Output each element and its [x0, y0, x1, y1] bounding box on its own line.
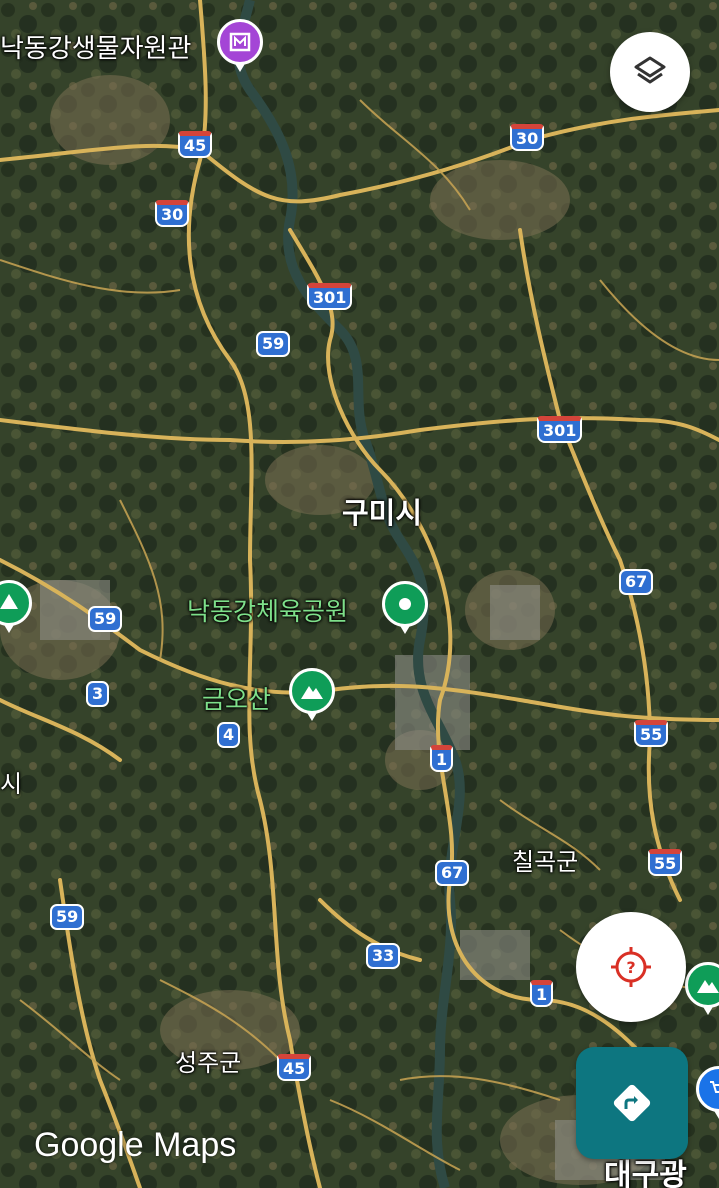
route-4-shield: 4 [217, 722, 241, 748]
tree-icon [0, 594, 18, 609]
county-label-chilgok[interactable]: 칠곡군 [512, 842, 578, 877]
route-67-shield-center: 67 [435, 860, 470, 886]
route-33-shield: 33 [366, 943, 401, 969]
layers-icon [634, 56, 666, 84]
route-45-shield-south: 45 [277, 1054, 312, 1081]
edge-label-si[interactable]: 시 [0, 764, 22, 799]
county-label-seongju[interactable]: 성주군 [175, 1043, 241, 1078]
route-45-shield-north: 45 [178, 131, 213, 158]
city-label-gumi[interactable]: 구미시 [342, 490, 422, 532]
my-location-button[interactable]: ? [576, 912, 686, 1022]
museum-label[interactable]: 낙동강생물자원관 [0, 28, 191, 65]
google-maps-logo: Google Maps [34, 1126, 237, 1164]
layers-button[interactable] [610, 32, 690, 112]
route-30-shield-east: 30 [510, 124, 545, 151]
route-59-shield-west: 59 [88, 606, 123, 632]
mountain-icon [301, 686, 323, 699]
route-59-shield-center: 59 [256, 331, 291, 357]
directions-icon [613, 1084, 651, 1122]
route-30-shield-west: 30 [155, 200, 190, 227]
mountain-label-geumosan[interactable]: 금오산 [202, 680, 271, 716]
route-1-shield-center: 1 [430, 745, 454, 772]
mountain-icon [697, 980, 719, 993]
route-301-shield-north: 301 [307, 283, 353, 310]
svg-text:?: ? [626, 958, 635, 977]
route-1-shield-south: 1 [530, 980, 554, 1007]
park-icon [399, 598, 411, 610]
route-59-shield-southwest: 59 [50, 904, 85, 930]
route-55-shield-upper: 55 [634, 720, 669, 747]
route-3-shield: 3 [86, 681, 110, 707]
mountain-pin[interactable] [289, 668, 335, 721]
park-pin[interactable] [382, 581, 428, 634]
museum-pin[interactable] [217, 19, 263, 72]
route-67-shield-east: 67 [619, 569, 654, 595]
route-55-shield-lower: 55 [648, 849, 683, 876]
museum-icon [229, 32, 251, 52]
location-unknown-icon: ? [611, 947, 651, 987]
route-301-shield-east: 301 [537, 416, 583, 443]
map-view[interactable]: 낙동강생물자원관 구미시 낙동강체육공원 금오산 칠곡군 성주군 시 대구광 4… [0, 0, 719, 1188]
cart-icon [710, 1081, 719, 1093]
park-label-nakdonggang[interactable]: 낙동강체육공원 [187, 592, 348, 628]
directions-button[interactable] [576, 1047, 688, 1159]
